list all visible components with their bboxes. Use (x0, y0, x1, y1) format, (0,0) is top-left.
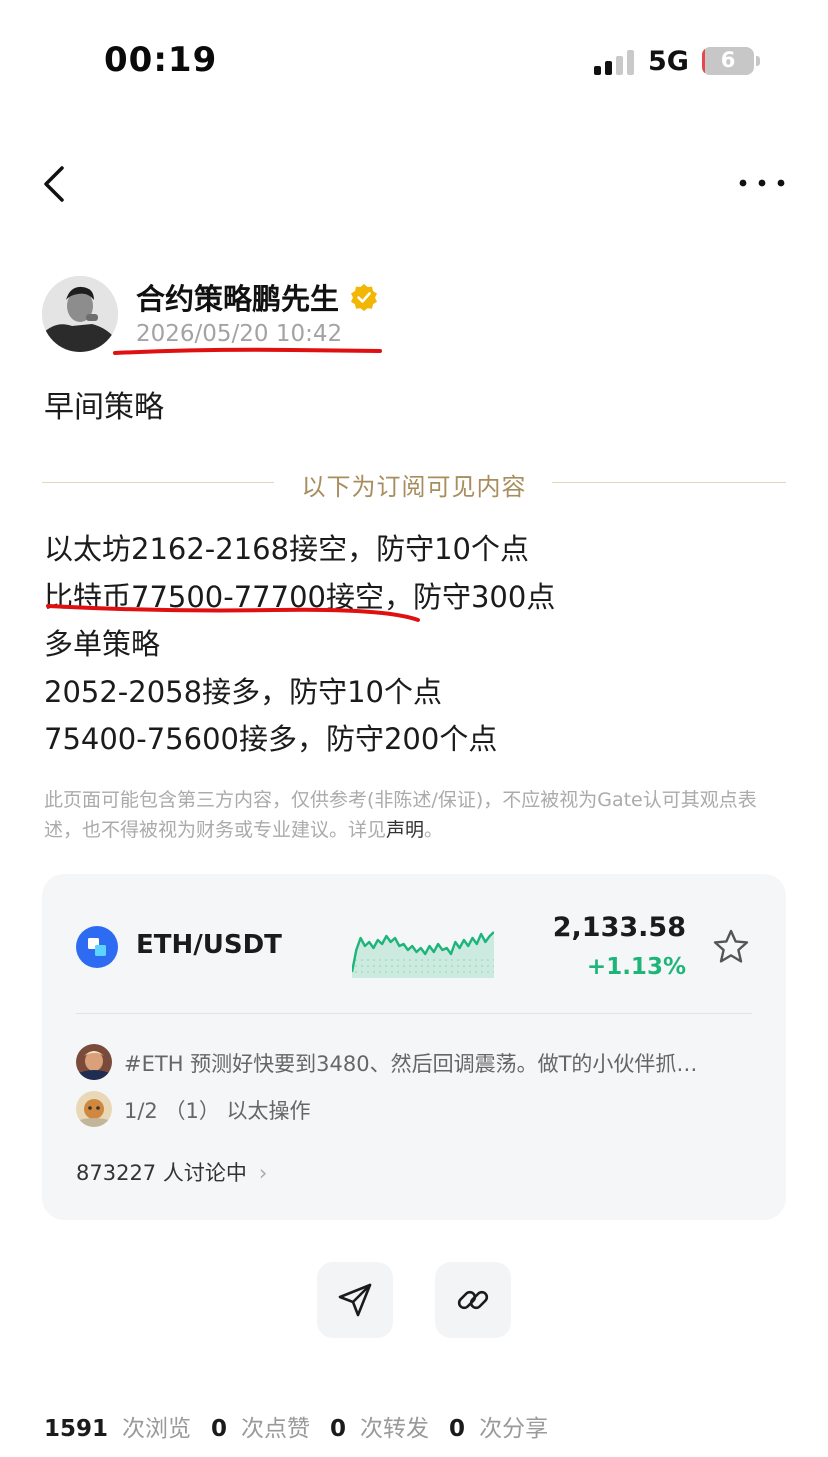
price-value: 2,133.58 (552, 912, 686, 943)
content-line: 多单策略 (44, 627, 161, 661)
content-line: 以太坊2162-2168接空，防守10个点 (44, 532, 529, 566)
discussion-count: 873227 人讨论中 (76, 1161, 247, 1185)
more-button[interactable] (736, 170, 788, 196)
network-type: 5G (648, 46, 689, 77)
shares-label: 次分享 (479, 1416, 549, 1442)
content-line: 75400-75600接多，防守200个点 (44, 722, 498, 756)
star-icon[interactable] (712, 928, 750, 966)
post-stats: 1591 次浏览 0 次点赞 0 次转发 0 次分享 (44, 1409, 568, 1443)
market-card[interactable]: ETH/USDT 2,133.58 +1.13% #ETH 预测好快要到3480… (42, 874, 786, 1220)
send-icon (338, 1283, 372, 1317)
price-change: +1.13% (586, 954, 686, 980)
back-button[interactable] (38, 162, 78, 206)
disclaimer-end: 。 (424, 819, 444, 841)
avatar-photo (42, 276, 118, 352)
likes-label: 次点赞 (241, 1416, 311, 1442)
trading-pair[interactable]: ETH/USDT (136, 930, 282, 960)
more-horizontal-icon (739, 179, 785, 187)
signal-strength-icon (594, 49, 636, 75)
disclaimer: 此页面可能包含第三方内容，仅供参考(非陈述/保证)，不应被视为Gate认可其观点… (44, 785, 789, 845)
share-button[interactable] (317, 1262, 393, 1338)
battery-icon: 6 (702, 47, 754, 75)
views-label: 次浏览 (122, 1416, 192, 1442)
link-icon (457, 1290, 489, 1310)
discussion-item[interactable]: #ETH 预测好快要到3480、然后回调震荡。做T的小伙伴抓… (76, 1044, 756, 1080)
post-detail-page: 00:19 5G 6 合约策略鹏先生 2026/05/20 10:42 早间策略… (0, 0, 828, 1457)
discussion-count-link[interactable]: 873227 人讨论中 › (76, 1157, 267, 1187)
likes-count: 0 (211, 1416, 228, 1442)
disclaimer-link[interactable]: 声明 (386, 819, 424, 841)
user-avatar (76, 1044, 112, 1080)
verified-badge-icon (351, 284, 377, 311)
divider-line-right (552, 482, 786, 483)
battery-level: 6 (720, 48, 736, 72)
shares-count: 0 (449, 1416, 466, 1442)
author-name[interactable]: 合约策略鹏先生 (136, 276, 339, 318)
post-timestamp: 2026/05/20 10:42 (136, 321, 343, 347)
subscription-label: 以下为订阅可见内容 (301, 473, 527, 501)
reposts-count: 0 (330, 1416, 347, 1442)
status-time: 00:19 (104, 40, 218, 80)
post-title: 早间策略 (44, 390, 164, 425)
card-divider (76, 1013, 752, 1014)
chevron-left-icon (44, 166, 64, 202)
discussion-text: #ETH 预测好快要到3480、然后回调震荡。做T的小伙伴抓… (124, 1052, 698, 1076)
price-sparkline (352, 931, 494, 978)
discussion-item[interactable]: 1/2 （1） 以太操作 (76, 1091, 756, 1127)
views-count: 1591 (44, 1416, 109, 1442)
battery-cap (756, 56, 760, 66)
red-underline-annotation (113, 347, 383, 355)
discussion-text: 1/2 （1） 以太操作 (124, 1099, 311, 1123)
content-line: 2052-2058接多，防守10个点 (44, 674, 442, 709)
content-line: 比特币77500-77700接空，防守300点 (44, 579, 556, 614)
post-content: 以太坊2162-2168接空，防守10个点 比特币77500-77700接空，防… (44, 526, 804, 764)
chevron-right-icon: › (258, 1161, 268, 1185)
copy-link-button[interactable] (435, 1262, 511, 1338)
author-avatar[interactable] (42, 276, 118, 352)
user-avatar (76, 1091, 112, 1127)
reposts-label: 次转发 (360, 1416, 430, 1442)
eth-coin-icon (76, 926, 118, 968)
